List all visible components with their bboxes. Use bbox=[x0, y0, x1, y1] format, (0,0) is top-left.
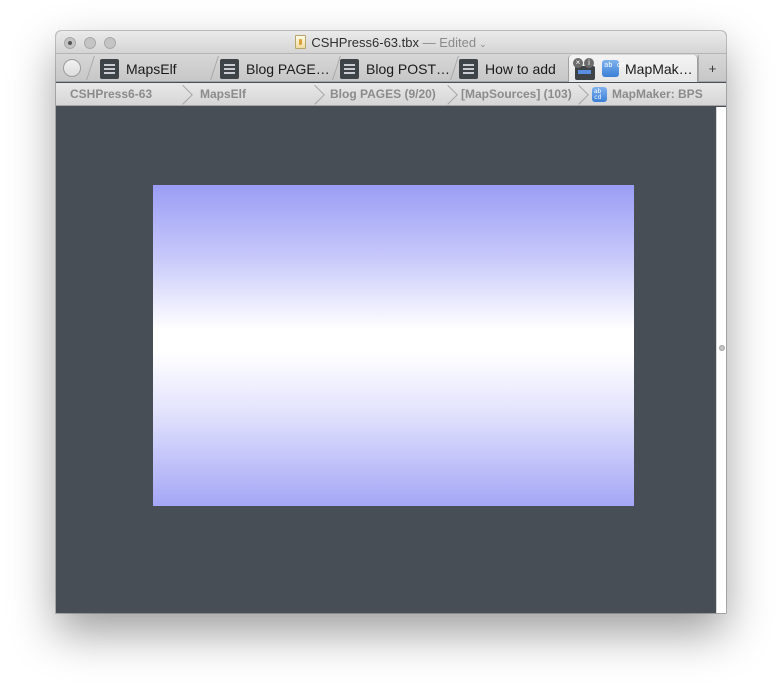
tab-label: MapMak… bbox=[625, 60, 693, 77]
tab-label: How to add bbox=[485, 60, 556, 77]
map-canvas[interactable] bbox=[56, 107, 716, 613]
tab-label: Blog PAGE… bbox=[246, 60, 330, 77]
tab-blog-posts[interactable]: Blog POST… bbox=[340, 55, 452, 82]
note-icon bbox=[220, 58, 239, 79]
note-icon bbox=[340, 58, 359, 79]
breadcrumb-item-current[interactable]: MapMaker: BPS bbox=[612, 87, 703, 101]
breadcrumb-chevron-icon bbox=[178, 83, 192, 105]
app-window: CSHPress6-63.tbx — Edited ⌄ MapsElf Blog … bbox=[56, 31, 726, 613]
window-title-area[interactable]: CSHPress6-63.tbx — Edited ⌄ bbox=[56, 35, 726, 50]
edited-status: Edited bbox=[439, 35, 477, 50]
close-badge-icon[interactable]: × bbox=[573, 57, 583, 68]
tab-label: MapsElf bbox=[126, 60, 177, 77]
tab-how-to-add[interactable]: How to add bbox=[459, 55, 565, 82]
breadcrumb-chevron-icon bbox=[310, 83, 324, 105]
splitter-handle-icon[interactable] bbox=[719, 345, 725, 351]
breadcrumb-chevron-icon bbox=[574, 83, 588, 105]
abc-icon: ab cd bbox=[592, 87, 607, 102]
breadcrumb-item[interactable]: MapsElf bbox=[200, 87, 246, 101]
tab-blog-pages[interactable]: Blog PAGE… bbox=[220, 55, 336, 82]
tab-overview-button[interactable] bbox=[63, 59, 81, 77]
stack-base-icon bbox=[575, 65, 595, 80]
breadcrumb-item[interactable]: Blog PAGES (9/20) bbox=[330, 87, 436, 101]
title-separator: — bbox=[422, 35, 436, 50]
tab-bar: MapsElf Blog PAGE… Blog POST… How to add… bbox=[56, 54, 726, 82]
breadcrumb-item[interactable]: CSHPress6-63 bbox=[70, 87, 152, 101]
title-bar: CSHPress6-63.tbx — Edited ⌄ bbox=[56, 31, 726, 54]
abc-icon: ab cd bbox=[602, 60, 625, 77]
add-tab-button[interactable]: + bbox=[698, 55, 726, 82]
breadcrumb: CSHPress6-63 MapsElf Blog PAGES (9/20) [… bbox=[56, 83, 726, 106]
tab-divider bbox=[86, 56, 95, 80]
side-pane-splitter[interactable] bbox=[716, 107, 726, 613]
chevron-down-icon[interactable]: ⌄ bbox=[479, 39, 487, 49]
info-badge-icon[interactable]: i bbox=[584, 57, 594, 68]
note-icon bbox=[100, 58, 119, 79]
stack-icon: × i bbox=[573, 57, 597, 80]
note-icon bbox=[459, 58, 478, 79]
gradient-preview bbox=[153, 185, 634, 506]
document-icon bbox=[295, 35, 307, 49]
window-title: CSHPress6-63.tbx bbox=[311, 35, 419, 50]
breadcrumb-chevron-icon bbox=[443, 83, 457, 105]
tab-mapself[interactable]: MapsElf bbox=[100, 55, 212, 82]
tab-label: Blog POST… bbox=[366, 60, 451, 77]
tab-mapmaker[interactable]: × i ab cd MapMak… bbox=[568, 55, 698, 82]
breadcrumb-item[interactable]: [MapSources] (103) bbox=[461, 87, 572, 101]
